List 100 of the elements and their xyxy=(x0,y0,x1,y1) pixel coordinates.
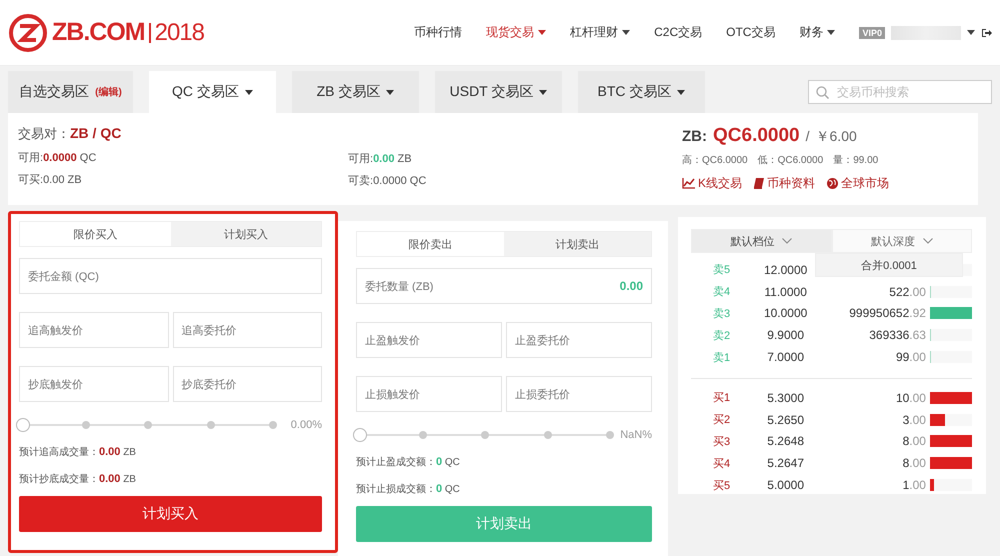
cny-price: ￥6.00 xyxy=(816,128,857,146)
market-tab[interactable]: ZB 交易区 xyxy=(292,71,419,113)
chevron-down-icon xyxy=(922,238,933,244)
input-field[interactable]: 追高委托价 xyxy=(172,312,322,348)
balance-text: 可卖:0.0000 QC xyxy=(348,174,428,188)
price-text: 9.9000 xyxy=(766,328,805,342)
price-text: 5.2648 xyxy=(766,434,805,448)
vip-badge: VIP0 xyxy=(859,26,885,38)
input-field[interactable]: 止损委托价 xyxy=(506,376,652,412)
amount-text: 369336.63 xyxy=(869,328,926,342)
chevron-down-icon xyxy=(782,238,792,244)
book-icon xyxy=(754,178,764,189)
balance-text: 可用:0.0000 QC xyxy=(18,151,98,165)
stat-text: 量：99.00 xyxy=(833,154,878,167)
estimate-text: 预计抄底成交量：0.00 ZB xyxy=(19,472,137,486)
depth-selector[interactable]: 默认档位 xyxy=(691,229,832,253)
slider-thumb[interactable] xyxy=(16,418,30,432)
nav-link[interactable]: C2C交易 xyxy=(642,24,714,41)
depth-selector[interactable]: 默认深度 xyxy=(832,229,972,253)
slider-stop[interactable] xyxy=(606,431,614,439)
dropdown-option[interactable]: 合并0.0001 xyxy=(815,253,963,277)
side-label: 卖1 xyxy=(712,350,732,365)
market-link[interactable]: 全球市场 xyxy=(827,175,890,192)
logout-icon[interactable] xyxy=(981,28,992,38)
submit-button[interactable]: 计划买入 xyxy=(19,496,322,532)
price-text: 5.0000 xyxy=(766,478,805,492)
estimate-text: 预计追高成交量：0.00 ZB xyxy=(19,445,137,459)
logo-text: ZB.COM xyxy=(52,18,145,47)
amount-text: 99.00 xyxy=(896,350,926,364)
market-link[interactable]: K线交易 xyxy=(682,175,742,192)
slider-stop[interactable] xyxy=(544,431,552,439)
slider-stop[interactable] xyxy=(418,431,426,439)
amount-text: 10.00 xyxy=(896,390,926,405)
trading-pair: 交易对：ZB / QC xyxy=(18,125,122,143)
price-text: 12.0000 xyxy=(762,262,808,277)
estimate-text: 预计止损成交额：0 QC xyxy=(356,482,461,496)
slider-stop[interactable] xyxy=(269,421,277,429)
slider-stop[interactable] xyxy=(144,421,152,429)
separator: / xyxy=(806,128,810,144)
market-tab[interactable]: BTC 交易区 xyxy=(578,71,705,113)
price-text: 7.0000 xyxy=(766,350,805,364)
price-text: 5.3000 xyxy=(766,390,805,405)
user-name xyxy=(891,26,961,40)
globe-icon xyxy=(827,178,838,189)
amount-text: 522.00 xyxy=(889,284,926,299)
market-tab[interactable]: USDT 交易区 xyxy=(435,71,562,113)
search-field[interactable]: 交易币种搜索 xyxy=(808,80,992,104)
side-label: 买4 xyxy=(712,456,732,471)
slider-stop[interactable] xyxy=(481,431,489,439)
slider-stop[interactable] xyxy=(206,421,214,429)
stat-text: 高：QC6.0000 xyxy=(682,154,748,167)
coin-label: ZB: xyxy=(682,128,707,145)
price-text: 10.0000 xyxy=(762,306,808,320)
stat-text: 低：QC6.0000 xyxy=(758,154,824,167)
side-label: 买3 xyxy=(712,434,732,449)
input-field[interactable]: 止盈委托价 xyxy=(506,322,652,358)
line-chart-icon xyxy=(682,178,695,189)
last-price: QC6.0000 xyxy=(713,125,800,147)
input-field[interactable]: 追高触发价 xyxy=(19,312,168,348)
input-field[interactable]: 委托数量 (ZB) 0.00 xyxy=(356,268,652,304)
input-field[interactable]: 委托金额 (QC) xyxy=(19,258,322,294)
price-text: 5.2650 xyxy=(766,412,805,427)
side-label: 买2 xyxy=(712,413,732,428)
amount-text: 8.00 xyxy=(902,434,926,448)
percent-reading: 0.00% xyxy=(290,419,322,431)
order-tab[interactable]: 计划买入 xyxy=(170,222,321,246)
nav-link[interactable]: 财务 xyxy=(787,24,848,41)
input-field[interactable]: 止盈触发价 xyxy=(356,322,502,358)
logo-icon xyxy=(8,12,48,52)
amount-text: 999950652.92 xyxy=(849,306,926,320)
price-text: 5.2647 xyxy=(766,456,805,470)
balance-text: 可买:0.00 ZB xyxy=(18,173,83,187)
side-label: 买1 xyxy=(712,391,732,406)
input-field[interactable]: 抄底委托价 xyxy=(172,366,322,402)
logo-year: 2018 xyxy=(148,22,204,42)
market-link[interactable]: 币种资料 xyxy=(754,175,816,192)
price-text: 11.0000 xyxy=(763,284,808,299)
side-label: 买5 xyxy=(712,478,732,493)
amount-text: 1.00 xyxy=(902,478,926,492)
percent-reading: NaN% xyxy=(620,429,652,441)
side-label: 卖5 xyxy=(712,263,732,278)
balance-text: 可用:0.00 ZB xyxy=(348,152,413,166)
slider-stop[interactable] xyxy=(82,421,90,429)
estimate-text: 预计止盈成交额：0 QC xyxy=(356,455,461,469)
nav-link[interactable]: OTC交易 xyxy=(714,24,788,41)
nav-link[interactable]: 杠杆理财 xyxy=(558,24,642,41)
side-label: 卖3 xyxy=(712,306,732,321)
market-tab[interactable]: 自选交易区 (编辑) xyxy=(8,71,133,113)
side-label: 卖2 xyxy=(712,328,732,343)
nav-link[interactable]: 现货交易 xyxy=(474,24,558,41)
caret-icon xyxy=(967,30,975,35)
order-tab[interactable]: 计划卖出 xyxy=(504,232,651,256)
amount-text: 8.00 xyxy=(902,456,926,470)
side-label: 卖4 xyxy=(712,285,732,300)
input-field[interactable]: 抄底触发价 xyxy=(19,366,168,402)
input-field[interactable]: 止损触发价 xyxy=(356,376,502,412)
amount-text: 3.00 xyxy=(902,412,926,427)
slider-thumb[interactable] xyxy=(353,428,367,442)
market-tab[interactable]: QC 交易区 xyxy=(149,71,276,113)
nav-link[interactable]: 币种行情 xyxy=(402,24,474,41)
